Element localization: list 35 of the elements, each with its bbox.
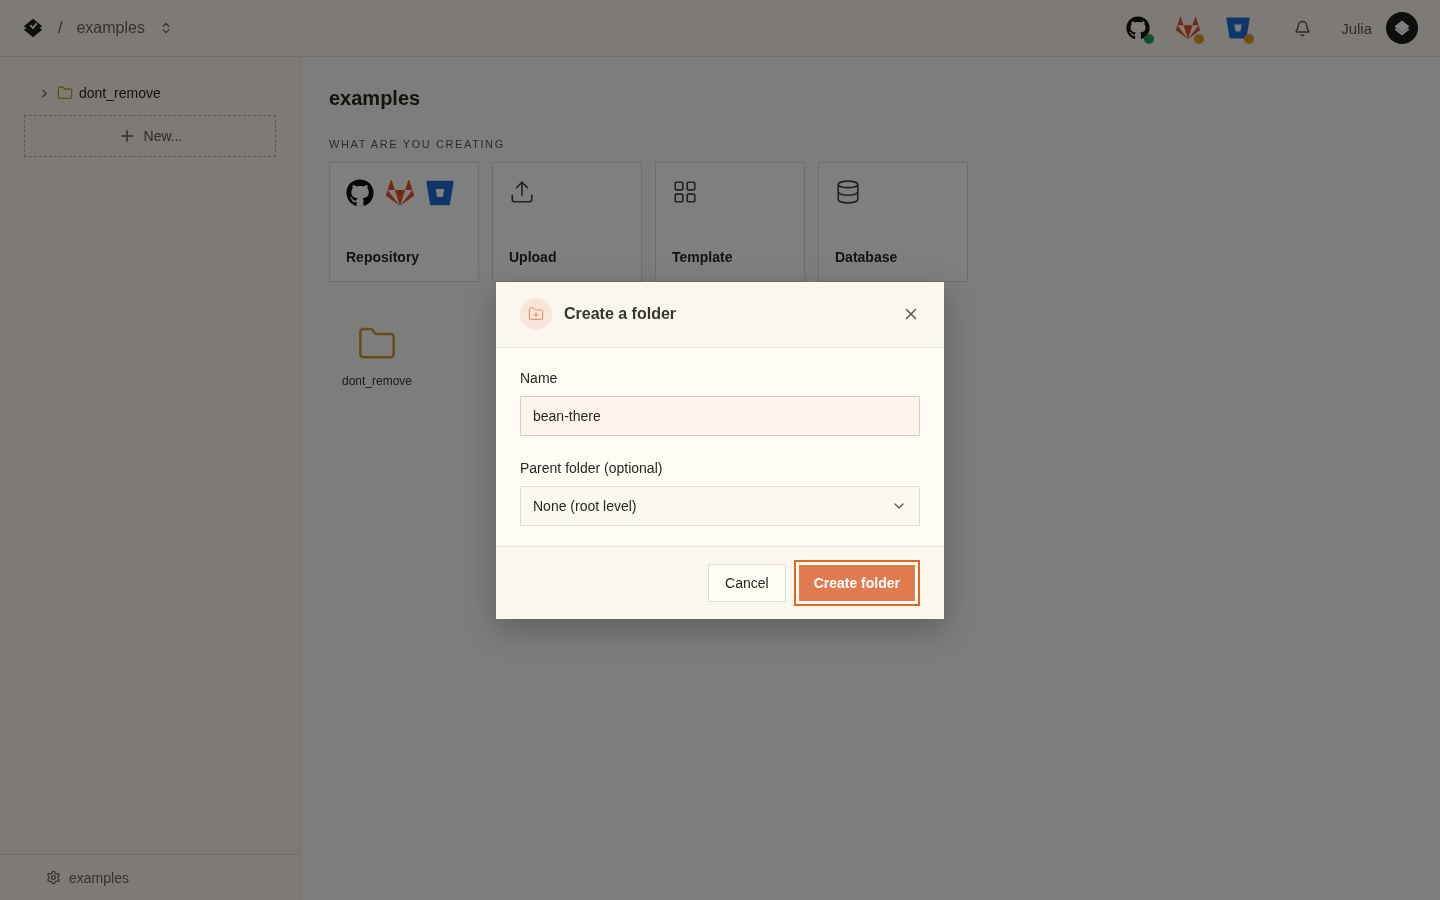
- folder-plus-icon: [520, 298, 552, 330]
- option-card[interactable]: Template: [655, 162, 805, 282]
- settings-icon[interactable]: [46, 870, 61, 885]
- option-card[interactable]: Upload: [492, 162, 642, 282]
- folder-name[interactable]: dont_remove: [341, 374, 412, 388]
- logo-icon[interactable]: [22, 17, 44, 39]
- option-card[interactable]: Database: [818, 162, 968, 282]
- user-name: Julia: [1341, 19, 1372, 37]
- parent-folder-select[interactable]: None (root level): [520, 485, 920, 526]
- cancel-button[interactable]: Cancel: [708, 563, 786, 602]
- database-icon: [835, 179, 861, 205]
- page-title: examples: [329, 87, 422, 110]
- gitlab-icon: [386, 179, 414, 207]
- notification-icon[interactable]: [1294, 19, 1312, 37]
- workspace-settings-link[interactable]: examples: [69, 869, 129, 886]
- dialog-title: Create a folder: [564, 305, 678, 323]
- option-card[interactable]: Repository: [329, 162, 479, 282]
- folder-icon: [57, 85, 73, 101]
- new-button[interactable]: New...: [24, 115, 276, 157]
- name-field[interactable]: bean-there: [520, 395, 920, 436]
- workspace-name[interactable]: examples: [76, 19, 145, 37]
- create-folder-button[interactable]: Create folder: [793, 559, 920, 606]
- field-label: Name: [520, 369, 559, 386]
- avatar[interactable]: [1386, 12, 1418, 44]
- github-icon: [1126, 16, 1151, 40]
- gitlab-icon: [1176, 16, 1201, 40]
- field-label: Parent folder (optional): [520, 459, 664, 476]
- tree-item[interactable]: dont_remove: [79, 85, 161, 101]
- upload-icon: [509, 179, 535, 205]
- github-icon: [346, 179, 374, 207]
- breadcrumb-separator: /: [58, 19, 63, 37]
- section-label: WHAT ARE YOU CREATING: [329, 138, 506, 150]
- bitbucket-icon: [426, 179, 454, 207]
- bitbucket-icon: [1226, 16, 1251, 40]
- grid-icon: [672, 179, 698, 205]
